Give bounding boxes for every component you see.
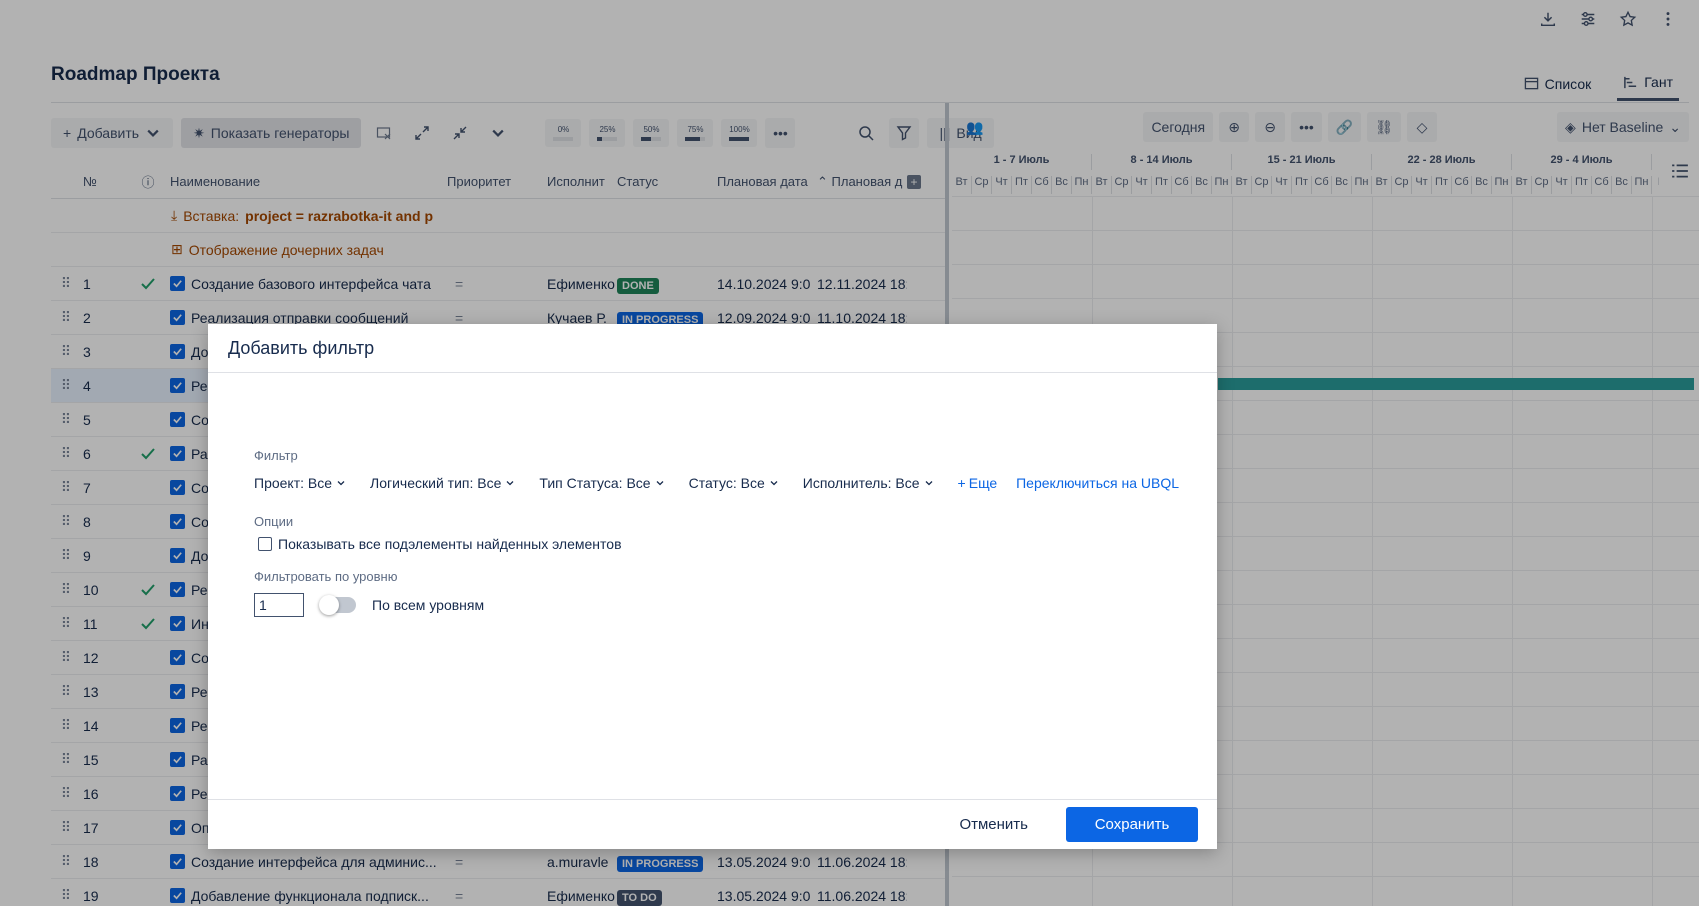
chevron-down-icon [656, 481, 664, 486]
more-label: Еще [968, 475, 998, 491]
chevron-down-icon [925, 481, 933, 486]
filter-status-label: Статус: Все [688, 475, 765, 491]
show-subitems-option[interactable]: Показывать все подэлементы найденных эле… [258, 536, 622, 552]
dialog-footer: Отменить Сохранить [208, 799, 1217, 849]
filter-project-label: Проект: Все [254, 475, 333, 491]
add-more-filter-button[interactable]: + Еще [958, 475, 998, 491]
plus-icon: + [957, 475, 966, 491]
all-levels-toggle[interactable] [319, 595, 356, 615]
chevron-down-icon [337, 481, 345, 486]
show-subitems-checkbox[interactable] [258, 537, 272, 551]
level-section-label: Фильтровать по уровню [254, 569, 398, 584]
filter-executor-label: Исполнитель: Все [802, 475, 920, 491]
filter-logical-type[interactable]: Логический тип: Все [370, 475, 515, 491]
filter-logical-type-label: Логический тип: Все [370, 475, 502, 491]
switch-to-ubql-link[interactable]: Переключиться на UBQL [1016, 475, 1179, 491]
filter-executor[interactable]: Исполнитель: Все [803, 475, 934, 491]
options-section-label: Опции [254, 514, 294, 529]
level-input[interactable]: 1 [254, 593, 304, 617]
all-levels-label: По всем уровням [372, 597, 485, 613]
level-row: 1 По всем уровням [254, 593, 484, 617]
cancel-button[interactable]: Отменить [943, 816, 1044, 833]
filter-status-type-label: Тип Статуса: Все [539, 475, 651, 491]
save-button[interactable]: Сохранить [1066, 807, 1198, 842]
chevron-down-icon [770, 481, 778, 486]
filter-section-label: Фильтр [254, 448, 298, 463]
filter-status[interactable]: Статус: Все [689, 475, 779, 491]
filter-project[interactable]: Проект: Все [254, 475, 346, 491]
add-filter-dialog: Добавить фильтр Фильтр Проект: Все Логич… [208, 324, 1217, 849]
filter-bar: Проект: Все Логический тип: Все Тип Стат… [254, 475, 1179, 491]
show-subitems-label: Показывать все подэлементы найденных эле… [278, 536, 622, 552]
filter-status-type[interactable]: Тип Статуса: Все [539, 475, 664, 491]
dialog-title: Добавить фильтр [208, 324, 1217, 373]
chevron-down-icon [506, 481, 514, 486]
